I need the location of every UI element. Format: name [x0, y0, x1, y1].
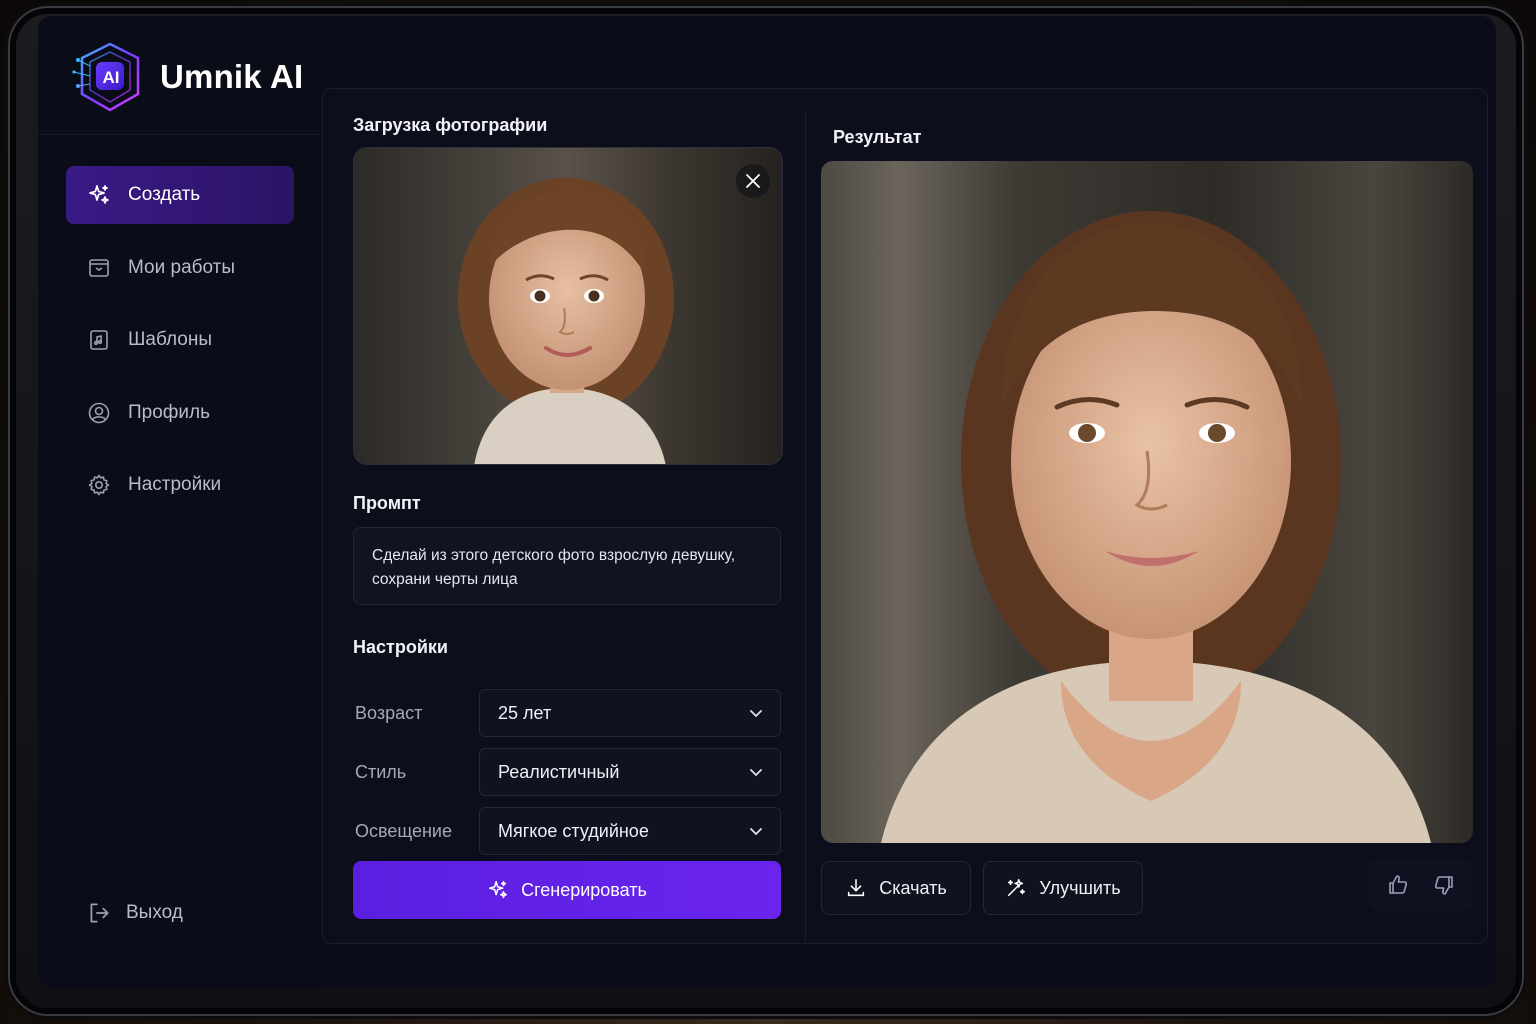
lighting-label: Освещение — [355, 820, 452, 841]
child-portrait-image — [458, 178, 674, 464]
age-label: Возраст — [355, 702, 423, 723]
column-divider — [805, 109, 806, 945]
remove-photo-button[interactable] — [736, 164, 770, 198]
rating-controls — [1369, 859, 1473, 911]
logout-label: Выход — [126, 902, 183, 923]
sidebar-item-label: Настройки — [128, 474, 222, 495]
setting-age: Возраст 25 лет — [353, 689, 781, 737]
improve-button[interactable]: Улучшить — [983, 861, 1143, 915]
logout-icon — [86, 900, 112, 926]
thumbs-down-icon — [1434, 876, 1453, 895]
age-value: 25 лет — [498, 702, 552, 723]
close-icon — [746, 174, 760, 188]
style-label: Стиль — [355, 761, 407, 782]
sidebar-item-my-works[interactable]: Мои работы — [66, 239, 294, 297]
generate-label: Сгенерировать — [521, 879, 647, 900]
chevron-down-icon — [750, 769, 762, 777]
sidebar-item-templates[interactable]: Шаблоны — [66, 311, 294, 369]
lighting-value: Мягкое студийное — [498, 820, 649, 841]
chevron-down-icon — [750, 710, 762, 718]
upload-title: Загрузка фотографии — [353, 115, 548, 135]
generate-button[interactable]: Сгенерировать — [353, 861, 781, 919]
chevron-down-icon — [750, 828, 762, 836]
brand[interactable]: AI Umnik AI — [70, 40, 303, 114]
result-image[interactable] — [821, 161, 1473, 843]
thumbs-up-icon — [1389, 875, 1408, 894]
prompt-title: Промпт — [353, 493, 421, 513]
logo-text: AI — [102, 68, 120, 87]
input-column: Загрузка фотографии Промпт Сделай из это… — [353, 89, 783, 945]
sparkles-icon — [489, 880, 508, 899]
sidebar: AI Umnik AI Создать Мои работы Шаблоны П… — [38, 16, 322, 988]
lighting-select[interactable]: Мягкое студийное — [479, 807, 781, 855]
sidebar-item-settings[interactable]: Настройки — [66, 456, 294, 514]
gear-icon — [86, 472, 112, 498]
user-circle-icon — [86, 400, 112, 426]
setting-style: Стиль Реалистичный — [353, 748, 781, 796]
folder-icon — [86, 255, 112, 281]
sidebar-item-create[interactable]: Создать — [66, 166, 294, 224]
style-value: Реалистичный — [498, 761, 620, 782]
sparkles-icon — [86, 182, 112, 208]
prompt-input[interactable]: Сделай из этого детского фото взрослую д… — [353, 527, 781, 605]
age-select[interactable]: 25 лет — [479, 689, 781, 737]
settings-title: Настройки — [353, 637, 448, 657]
dislike-button[interactable] — [1426, 867, 1462, 903]
result-column: Результат Скачать Улучшить — [821, 89, 1473, 945]
sidebar-nav: Создать Мои работы Шаблоны Профиль Настр… — [66, 166, 294, 529]
main-panel: Загрузка фотографии Промпт Сделай из это… — [322, 88, 1488, 945]
sidebar-item-label: Создать — [128, 184, 201, 205]
logout-button[interactable]: Выход — [86, 900, 183, 926]
sidebar-item-label: Мои работы — [128, 256, 236, 278]
adult-portrait-image — [881, 211, 1431, 843]
download-label: Скачать — [879, 877, 947, 898]
download-button[interactable]: Скачать — [821, 861, 971, 915]
improve-label: Улучшить — [1039, 877, 1121, 898]
sidebar-item-profile[interactable]: Профиль — [66, 384, 294, 442]
template-icon — [86, 327, 112, 353]
like-button[interactable] — [1380, 867, 1416, 903]
style-select[interactable]: Реалистичный — [479, 748, 781, 796]
app-screen: AI Umnik AI Создать Мои работы Шаблоны П… — [38, 16, 1496, 988]
setting-lighting: Освещение Мягкое студийное — [353, 807, 781, 855]
sidebar-item-label: Профиль — [128, 401, 211, 423]
divider — [38, 134, 322, 135]
download-icon — [848, 878, 865, 897]
uploaded-photo[interactable] — [353, 147, 783, 465]
sidebar-item-label: Шаблоны — [128, 329, 213, 350]
app-name: Umnik AI — [160, 58, 304, 95]
result-title: Результат — [833, 127, 922, 147]
magic-sparkles-icon — [1008, 879, 1026, 897]
